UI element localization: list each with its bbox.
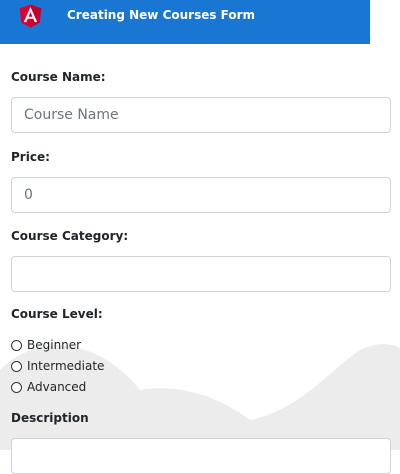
description-label: Description xyxy=(11,411,89,425)
radio-button[interactable] xyxy=(11,381,22,393)
course-name-input[interactable] xyxy=(11,97,391,133)
course-level-label: Course Level: xyxy=(11,307,103,321)
radio-button[interactable] xyxy=(11,339,22,351)
course-category-input[interactable] xyxy=(11,256,391,292)
radio-beginner[interactable]: Beginner xyxy=(11,338,81,352)
course-name-label: Course Name: xyxy=(11,70,106,84)
radio-label-intermediate: Intermediate xyxy=(27,359,105,373)
radio-advanced[interactable]: Advanced xyxy=(11,380,86,394)
course-category-label: Course Category: xyxy=(11,229,129,243)
radio-intermediate[interactable]: Intermediate xyxy=(11,359,104,373)
radio-button[interactable] xyxy=(11,360,22,372)
radio-label-beginner: Beginner xyxy=(27,338,82,352)
radio-label-advanced: Advanced xyxy=(27,380,87,394)
price-label: Price: xyxy=(11,150,50,164)
price-input[interactable] xyxy=(11,177,391,213)
description-input[interactable] xyxy=(11,438,391,474)
course-form: Course Name: Price: Course Category: Cou… xyxy=(0,0,400,474)
